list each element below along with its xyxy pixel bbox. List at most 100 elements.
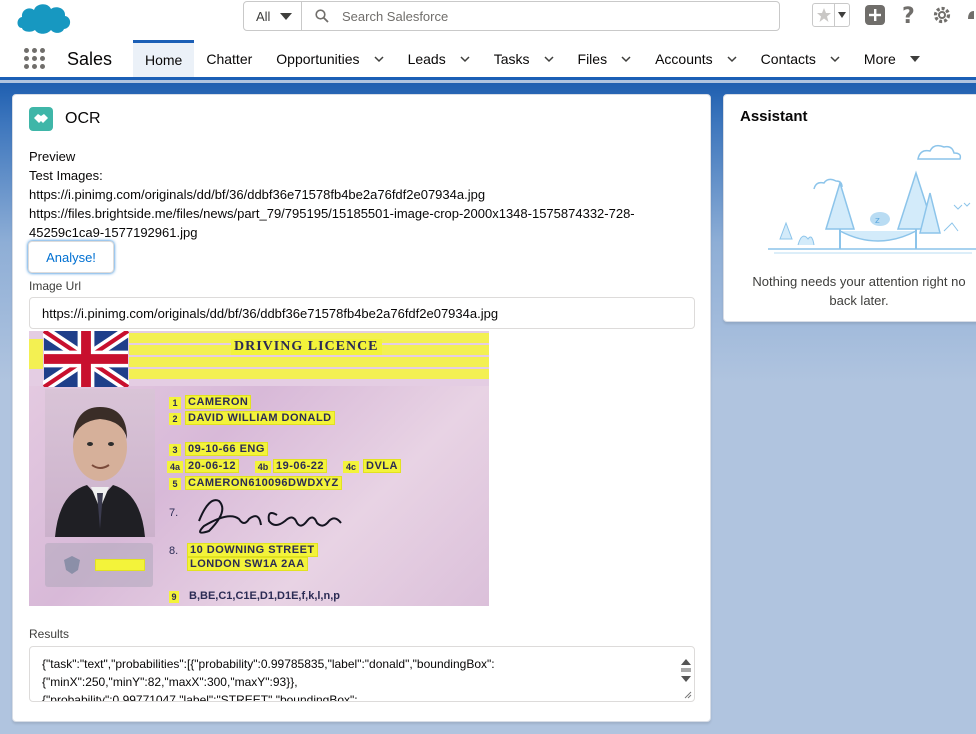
- nav-tab-tasks[interactable]: Tasks: [482, 40, 566, 77]
- results-content: {"task":"text","probabilities":[{"probab…: [42, 655, 662, 702]
- results-line: {"minX":250,"minY":82,"maxX":300,"maxY":…: [42, 675, 298, 689]
- licence-heading: DRIVING LICENCE: [231, 339, 382, 355]
- licence-forenames: DAVID WILLIAM DONALD: [185, 411, 335, 425]
- licence-address-line-1: 10 DOWNING STREET: [187, 543, 318, 557]
- field-number: 3: [169, 444, 181, 456]
- field-number: 4c: [343, 461, 359, 473]
- licence-expiry-date: 19-06-22: [273, 459, 328, 473]
- field-number: 4a: [167, 461, 183, 473]
- test-image-url-2-cont: 45259c1ca9-1577192961.jpg: [29, 225, 198, 240]
- global-header: All Search Salesforce ?: [0, 0, 976, 36]
- results-line: {"task":"text","probabilities":[{"probab…: [42, 657, 495, 671]
- licence-categories: B,BE,C1,C1E,D1,D1E,f,k,l,n,p: [189, 590, 340, 602]
- preview-label: Preview: [29, 149, 76, 164]
- field-number: 4b: [255, 461, 271, 473]
- resize-grip-icon[interactable]: [684, 691, 692, 699]
- scroll-thumb[interactable]: [681, 668, 691, 672]
- field-number: 1: [169, 397, 181, 409]
- scroll-up-icon[interactable]: [681, 659, 691, 665]
- licence-issue-date: 20-06-12: [185, 459, 240, 473]
- card-title: OCR: [65, 110, 101, 127]
- salesforce-logo[interactable]: [14, 0, 74, 36]
- favorites-group: [812, 3, 850, 27]
- field-number: 2: [169, 413, 181, 425]
- nav-tabs: Home Chatter Opportunities Leads Tasks F…: [133, 40, 932, 77]
- ocr-box: [129, 357, 489, 367]
- assistant-message: Nothing needs your attention right no ba…: [724, 272, 976, 310]
- ocr-box: [29, 339, 43, 369]
- chevron-down-icon[interactable]: [374, 54, 384, 64]
- nav-tab-more[interactable]: More: [852, 40, 932, 77]
- assistant-message-line: back later.: [829, 293, 889, 308]
- svg-text:?: ?: [902, 4, 915, 27]
- nav-tab-label: Files: [577, 50, 608, 67]
- licence-hologram: [45, 543, 153, 587]
- field-number: 8.: [169, 545, 179, 557]
- app-name: Sales: [67, 49, 113, 69]
- settings-gear-icon[interactable]: [932, 5, 952, 25]
- nav-tab-contacts[interactable]: Contacts: [749, 40, 852, 77]
- test-image-url-2: https://files.brightside.me/files/news/p…: [29, 206, 635, 221]
- global-search[interactable]: All Search Salesforce: [243, 1, 780, 31]
- scroll-down-icon[interactable]: [681, 676, 691, 682]
- nav-tab-label: Tasks: [493, 50, 530, 67]
- chevron-down-icon[interactable]: [727, 54, 737, 64]
- analyse-button[interactable]: Analyse!: [28, 241, 114, 273]
- nav-tab-label: Contacts: [760, 50, 816, 67]
- ocr-box: [95, 559, 145, 571]
- field-number: 5: [169, 478, 181, 490]
- nav-tab-label: More: [863, 50, 896, 67]
- nav-tab-chatter[interactable]: Chatter: [194, 40, 264, 77]
- nav-tab-files[interactable]: Files: [566, 40, 644, 77]
- results-line: {"probability":0.99771047,"label":"STREE…: [42, 693, 358, 702]
- handshake-icon: [29, 107, 53, 131]
- app-launcher-icon[interactable]: [24, 48, 46, 70]
- nav-tab-label: Leads: [407, 50, 446, 67]
- search-icon: [302, 9, 342, 23]
- chevron-down-icon[interactable]: [460, 54, 470, 64]
- svg-text:z: z: [875, 216, 880, 226]
- preview-section: Preview Test Images: https://i.pinimg.co…: [29, 147, 699, 242]
- licence-signature: [198, 499, 342, 534]
- licence-address-line-2: LONDON SW1A 2AA: [187, 557, 308, 571]
- header-actions: ?: [812, 3, 976, 27]
- nav-tab-home[interactable]: Home: [133, 40, 195, 77]
- chevron-down-icon[interactable]: [543, 54, 554, 64]
- ocr-preview-image: DRIVING LICENCE 1 CAMERON 2 DAVID WILLIA…: [29, 331, 489, 606]
- nav-tab-opportunities[interactable]: Opportunities: [264, 40, 395, 77]
- union-flag-icon: [43, 331, 129, 387]
- search-scope-select[interactable]: All: [244, 2, 302, 30]
- favorite-star-icon[interactable]: [813, 4, 835, 26]
- licence-dob: 09-10-66 ENG: [185, 442, 268, 456]
- results-textarea[interactable]: {"task":"text","probabilities":[{"probab…: [29, 646, 695, 702]
- chevron-down-icon[interactable]: [830, 54, 840, 64]
- nav-tab-label: Home: [145, 52, 183, 68]
- search-scope-label: All: [256, 8, 271, 24]
- nav-tab-accounts[interactable]: Accounts: [643, 40, 749, 77]
- caret-down-icon: [909, 55, 920, 62]
- hammock-illustration: z: [768, 144, 976, 254]
- licence-portrait: [45, 389, 155, 537]
- nav-tab-label: Opportunities: [276, 50, 360, 67]
- licence-authority: DVLA: [363, 459, 401, 473]
- assistant-card: Assistant z Nothing needs your attention…: [723, 94, 976, 322]
- nav-tab-label: Accounts: [655, 50, 713, 67]
- nav-tab-leads[interactable]: Leads: [396, 40, 482, 77]
- chevron-down-icon[interactable]: [621, 54, 631, 64]
- field-number: 9: [169, 591, 179, 603]
- notifications-bell-icon[interactable]: [966, 5, 976, 25]
- licence-number: CAMERON610096DWDXYZ: [185, 476, 342, 490]
- image-url-label: Image Url: [29, 279, 82, 293]
- global-actions-icon[interactable]: [864, 4, 886, 26]
- app-nav-bar: Sales Home Chatter Opportunities Leads T…: [0, 36, 976, 80]
- test-images-label: Test Images:: [29, 168, 103, 183]
- field-number: 7.: [169, 507, 179, 519]
- assistant-title: Assistant: [740, 108, 808, 125]
- help-icon[interactable]: ?: [900, 3, 918, 27]
- results-label: Results: [29, 627, 70, 641]
- search-input[interactable]: Search Salesforce: [342, 9, 448, 24]
- nav-tab-label: Chatter: [206, 50, 253, 67]
- caret-down-icon: [280, 12, 293, 20]
- image-url-input[interactable]: [29, 297, 695, 329]
- favorites-menu-icon[interactable]: [835, 4, 849, 26]
